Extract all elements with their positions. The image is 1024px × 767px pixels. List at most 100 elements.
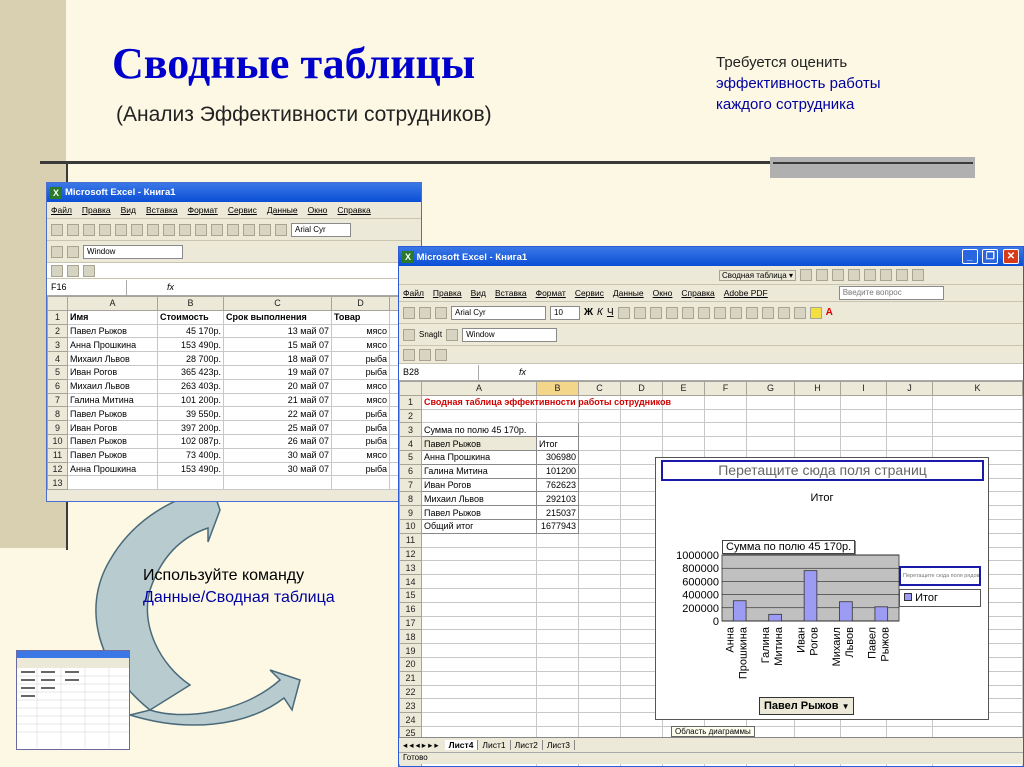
cell[interactable] [620,436,663,451]
cell[interactable] [662,408,705,424]
align-right-icon[interactable] [649,306,662,319]
row-number[interactable]: 8 [47,406,68,422]
cell[interactable] [536,656,579,672]
cell[interactable] [662,436,705,451]
row-number[interactable]: 3 [399,422,422,438]
row-number[interactable]: 5 [399,449,422,465]
spelling-icon[interactable] [147,223,159,236]
cell[interactable] [746,408,795,424]
window-titlebar[interactable]: X Microsoft Excel - Книга1 _ ❐ ✕ [399,247,1023,266]
fx-label[interactable]: fx [167,282,174,292]
row-number[interactable]: 19 [399,643,422,658]
cell[interactable]: 73 400р. [157,447,224,463]
cell[interactable]: Иван Рогов [67,364,158,380]
pivot-refresh-icon[interactable] [879,269,892,281]
row-number[interactable]: 12 [47,461,68,477]
menu-file[interactable]: Файл [403,288,424,298]
minimize-icon[interactable]: _ [961,249,978,264]
cell[interactable] [421,712,537,727]
cell[interactable] [536,670,579,686]
row-number[interactable]: 21 [399,670,422,686]
cell[interactable] [578,670,621,686]
cell[interactable] [578,449,621,465]
cell[interactable]: 153 490р. [157,461,224,477]
cell[interactable] [536,684,579,700]
page-field-dropzone[interactable]: Перетащите сюда поля страниц [661,460,984,481]
cell[interactable] [840,422,887,438]
pivot-row-label[interactable]: Галина Митина [421,463,537,479]
row-number[interactable]: 13 [47,475,68,491]
cell[interactable] [886,422,933,438]
cell[interactable]: 101 200р. [157,392,224,408]
row-number[interactable]: 1 [399,394,422,410]
cell[interactable] [421,670,537,686]
row-number[interactable]: 11 [399,532,422,548]
menu-adobe-pdf[interactable]: Adobe PDF [724,288,768,298]
cell[interactable] [421,587,537,603]
name-box[interactable]: B28 [399,364,479,380]
cell[interactable] [578,712,621,727]
snagit-capture-icon[interactable] [446,328,459,341]
cell[interactable]: 365 423р. [157,364,224,380]
menu-window[interactable]: Окно [653,288,673,298]
cell[interactable] [704,436,747,451]
cell[interactable]: Имя [67,309,158,325]
cell[interactable]: 153 490р. [157,337,224,353]
cell[interactable] [704,394,747,410]
tab-nav-icon[interactable]: ◂◂◂▸▸▸ [399,740,445,751]
fx-label[interactable]: fx [519,367,526,377]
cell[interactable]: Павел Рыжов [67,406,158,422]
cell[interactable]: Галина Митина [67,392,158,408]
cell[interactable]: 19 май 07 [223,364,332,380]
currency-icon[interactable] [681,306,694,319]
pivot-row-value[interactable]: 101200 [536,463,579,479]
row-number[interactable]: 24 [399,712,422,727]
cell[interactable] [840,394,887,410]
pivot-wizard-icon[interactable] [831,269,844,281]
row-number[interactable]: 11 [47,447,68,463]
cell[interactable] [536,546,579,562]
sort-icon[interactable] [227,223,239,236]
help-icon[interactable] [275,223,287,236]
cell[interactable] [578,505,621,520]
preview-icon[interactable] [131,223,143,236]
save-icon[interactable] [83,223,95,236]
cell[interactable]: Павел Рыжов [67,447,158,463]
cell[interactable]: 30 май 07 [223,461,332,477]
row-number[interactable]: 22 [399,684,422,700]
cell[interactable]: Стоимость [157,309,224,325]
cell[interactable] [794,394,841,410]
merge-icon[interactable] [665,306,678,319]
cell[interactable] [932,394,1023,410]
pivot-grand-label[interactable]: Общий итог [421,518,537,534]
cell[interactable] [67,475,158,491]
ask-question-input[interactable]: Введите вопрос [838,286,944,300]
cell[interactable]: 397 200р. [157,420,224,435]
column-header[interactable]: F [704,381,747,396]
column-header[interactable]: H [794,381,841,396]
cell[interactable] [578,546,621,562]
decrease-decimal-icon[interactable] [745,306,758,319]
menu-tools[interactable]: Сервис [575,288,604,298]
cell[interactable]: рыба [331,433,390,449]
cell[interactable] [421,601,537,617]
cell[interactable]: Анна Прошкина [67,461,158,477]
cell[interactable]: 25 май 07 [223,420,332,435]
pivot-field-list-icon[interactable] [911,269,924,281]
column-header[interactable]: D [620,381,663,396]
pivot-row-field[interactable]: Павел Рыжов [421,436,537,451]
cell[interactable] [746,436,795,451]
pivot-total-header[interactable]: Итог [536,436,579,451]
undo-icon[interactable] [419,306,431,319]
cell[interactable]: 20 май 07 [223,378,332,394]
cell[interactable] [578,422,621,438]
cell[interactable] [932,422,1023,438]
menu-tools[interactable]: Сервис [228,205,257,215]
snagit-icon[interactable] [403,328,415,341]
pivot-row-label[interactable]: Иван Рогов [421,477,537,493]
cell[interactable]: 28 700р. [157,351,224,366]
row-number[interactable]: 7 [399,477,422,493]
font-name-select[interactable]: Arial Cyr [291,222,351,237]
menu-help[interactable]: Справка [681,288,714,298]
cell[interactable]: 18 май 07 [223,351,332,366]
